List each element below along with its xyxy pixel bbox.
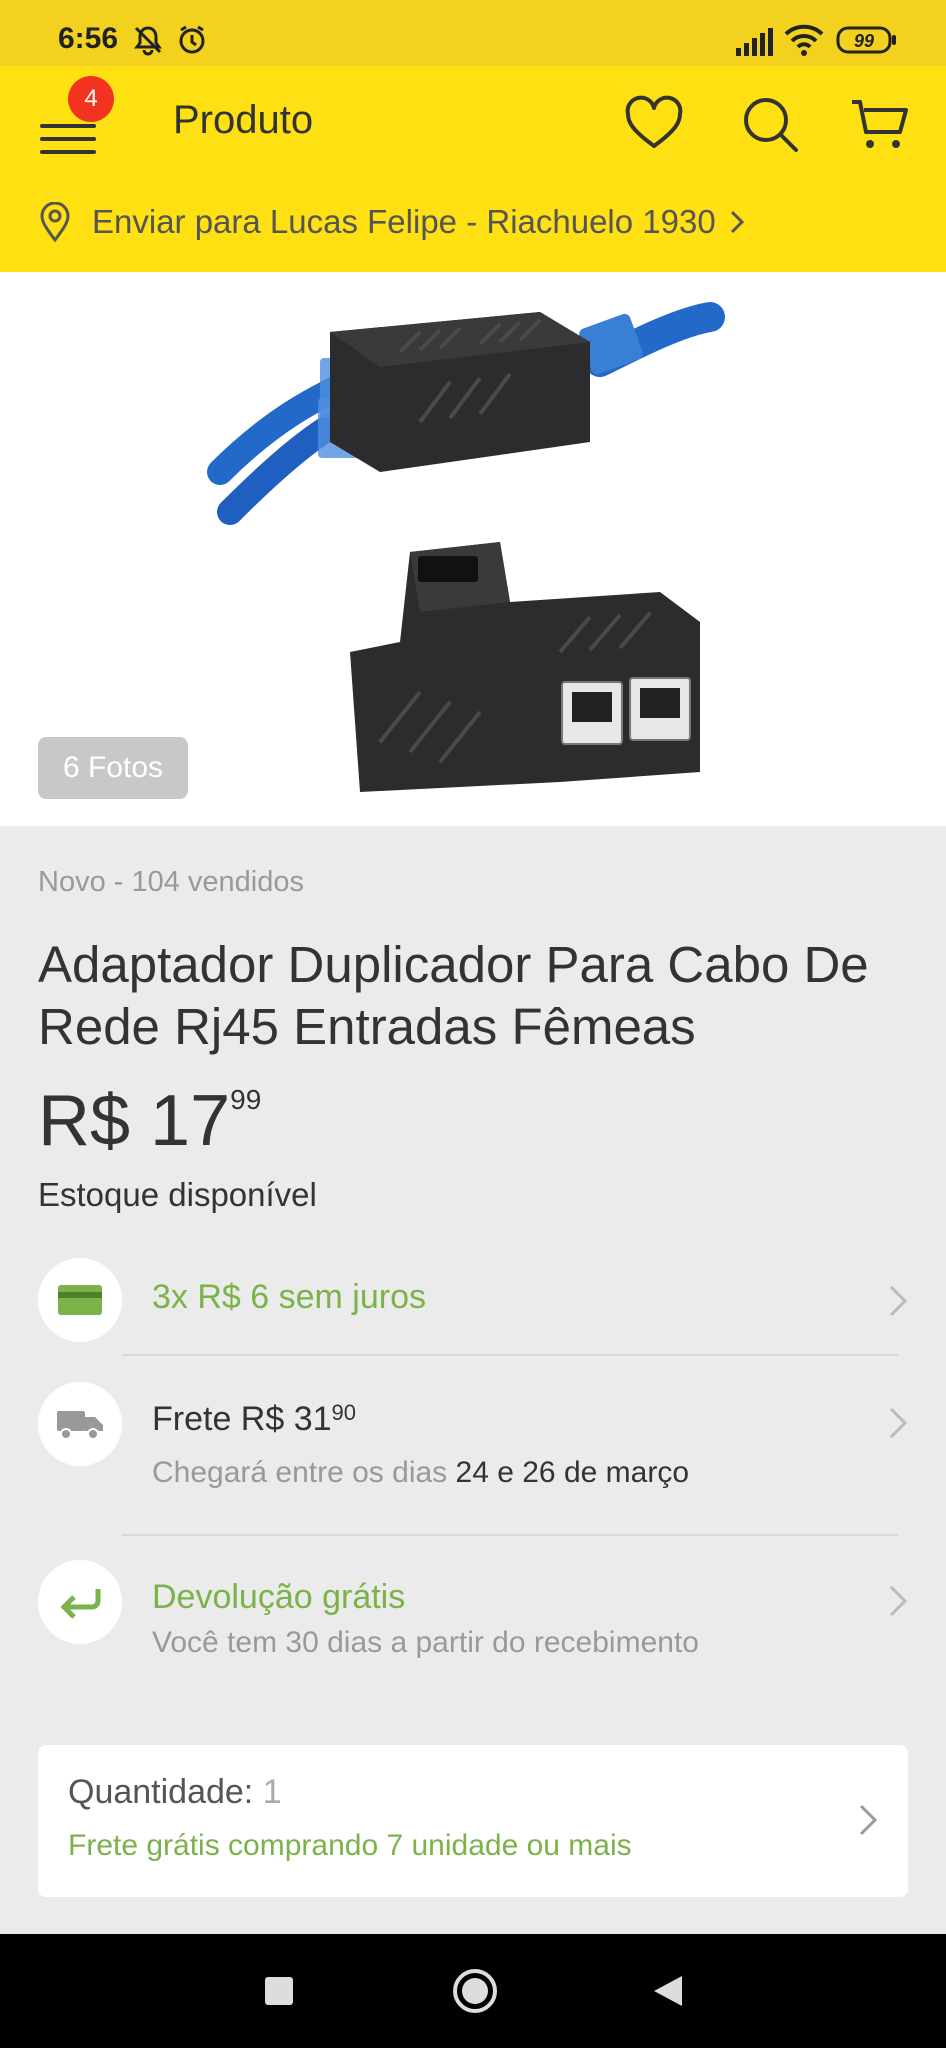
shipping-eta-prefix: Chegará entre os dias <box>152 1456 456 1489</box>
wifi-icon <box>784 24 824 61</box>
shipping-price-cents: 90 <box>331 1400 357 1425</box>
search-button[interactable] <box>738 92 802 156</box>
home-button[interactable] <box>452 1968 498 2014</box>
alarm-icon <box>176 24 208 61</box>
shipping-eta: Chegará entre os dias 24 e 26 de março <box>152 1456 689 1490</box>
installments-row[interactable]: 3x R$ 6 sem juros <box>38 1258 908 1342</box>
chevron-right-icon <box>730 210 744 234</box>
chevron-right-icon <box>889 1585 908 1617</box>
product-condition: Novo - 104 vendidos <box>38 866 304 898</box>
shipping-price: Frete R$ 3190 <box>152 1400 356 1439</box>
signal-icon <box>734 28 774 61</box>
recents-button[interactable] <box>264 1976 294 2006</box>
shipping-price-main: Frete R$ 31 <box>152 1400 332 1438</box>
page-title: Produto <box>173 98 314 142</box>
status-bar: 6:56 99 <box>0 0 946 66</box>
status-time: 6:56 <box>58 22 119 55</box>
location-pin-icon <box>40 202 70 242</box>
return-arrow-icon <box>38 1560 122 1644</box>
product-gallery[interactable]: 6 Fotos <box>0 272 946 826</box>
system-nav-bar <box>0 1934 946 2048</box>
battery-icon: 99 <box>836 26 898 59</box>
back-button[interactable] <box>652 1974 684 2008</box>
quantity-label: Quantidade: <box>68 1773 263 1811</box>
photo-count-badge[interactable]: 6 Fotos <box>38 737 188 799</box>
divider <box>122 1354 898 1356</box>
price-cents: 99 <box>230 1084 262 1115</box>
search-icon <box>744 98 798 152</box>
mute-icon <box>132 24 164 61</box>
quantity-line: Quantidade: 1 <box>68 1773 282 1812</box>
chevron-right-icon <box>889 1407 908 1439</box>
price-main: R$ 17 <box>38 1081 231 1161</box>
quantity-selector[interactable]: Quantidade: 1 Frete grátis comprando 7 u… <box>38 1745 908 1897</box>
credit-card-icon <box>38 1258 122 1342</box>
shipping-row[interactable]: Frete R$ 3190 Chegará entre os dias 24 e… <box>38 1382 908 1502</box>
shipping-eta-dates: 24 e 26 de março <box>455 1456 689 1489</box>
returns-title: Devolução grátis <box>152 1578 406 1616</box>
divider <box>122 1534 898 1536</box>
product-price: R$ 1799 <box>38 1080 261 1162</box>
truck-icon <box>38 1382 122 1466</box>
battery-level: 99 <box>854 31 874 51</box>
shipping-address-text: Enviar para Lucas Felipe - Riachuelo 193… <box>92 203 716 240</box>
returns-subtitle: Você tem 30 dias a partir do recebimento <box>152 1626 699 1659</box>
cart-icon <box>852 100 908 148</box>
product-title: Adaptador Duplicador Para Cabo De Rede R… <box>38 936 869 1055</box>
favorite-button[interactable] <box>622 92 686 156</box>
quantity-value: 1 <box>262 1773 282 1811</box>
installments-text: 3x R$ 6 sem juros <box>152 1278 426 1316</box>
chevron-right-icon <box>889 1285 908 1317</box>
shipping-address-link[interactable]: Enviar para Lucas Felipe - Riachuelo 193… <box>38 196 744 248</box>
app-header: 4 Produto Enviar para Lucas Felipe - Ria… <box>0 66 946 272</box>
stock-status: Estoque disponível <box>38 1176 317 1213</box>
cart-button[interactable] <box>848 92 912 156</box>
chevron-right-icon <box>859 1804 878 1836</box>
notification-badge: 4 <box>68 76 114 122</box>
quantity-promo: Frete grátis comprando 7 unidade ou mais <box>68 1829 632 1862</box>
returns-row[interactable]: Devolução grátis Você tem 30 dias a part… <box>38 1560 908 1670</box>
heart-icon <box>625 95 683 148</box>
